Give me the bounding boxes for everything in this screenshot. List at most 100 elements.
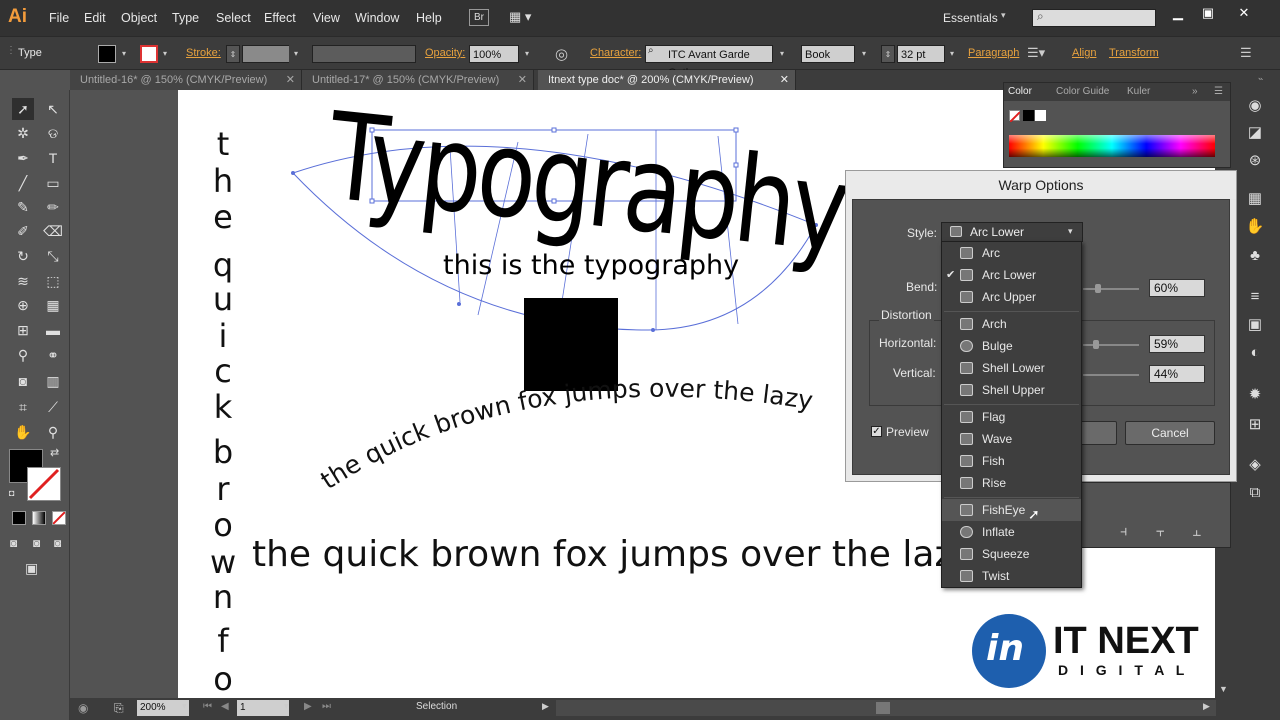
vertical-letter[interactable]: o (210, 506, 236, 544)
bend-slider-handle[interactable] (1095, 284, 1101, 293)
font-style-dropdown-icon[interactable]: ▾ (857, 45, 871, 63)
dropdown-item-arc[interactable]: Arc (942, 242, 1081, 264)
search-input[interactable] (1032, 9, 1156, 27)
swatches-icon[interactable]: ⊛ (1244, 150, 1266, 172)
eyedropper-tool-icon[interactable]: ⚲ (12, 344, 34, 366)
fill-swatch[interactable] (98, 45, 116, 63)
graphic-styles-icon[interactable]: ◪ (1244, 122, 1266, 144)
font-family-field[interactable]: ITC Avant Garde Goth (645, 45, 773, 79)
dropdown-item-fish[interactable]: Fish (942, 450, 1081, 472)
dropdown-item-squeeze[interactable]: Squeeze (942, 543, 1081, 565)
bend-slider[interactable] (1083, 284, 1139, 293)
menu-view[interactable]: View (313, 11, 340, 25)
tab-itnext-type-doc[interactable]: Itnext type doc* @ 200% (CMYK/Preview) ✕ (538, 70, 796, 90)
width-tool-icon[interactable]: ≋ (12, 270, 34, 292)
align-label[interactable]: Align (1072, 47, 1096, 59)
dropdown-item-arc-upper[interactable]: Arc Upper (942, 286, 1081, 308)
opacity-label[interactable]: Opacity: (425, 47, 465, 59)
draw-behind-icon[interactable]: ◙ (33, 536, 40, 550)
horizontal-field[interactable]: 59% (1149, 335, 1205, 353)
dropdown-item-shell-upper[interactable]: Shell Upper (942, 379, 1081, 401)
column-graph-tool-icon[interactable]: ▥ (42, 370, 64, 392)
type-tool-icon[interactable]: T (42, 147, 64, 169)
stroke-stepper[interactable]: ⇕ (226, 45, 240, 63)
close-icon[interactable]: ✕ (286, 70, 295, 90)
blob-brush-tool-icon[interactable]: ✐ (12, 220, 34, 242)
dropdown-item-flag[interactable]: Flag (942, 406, 1081, 428)
zoom-dropdown-icon[interactable]: ▾ (182, 701, 187, 712)
menu-window[interactable]: Window (355, 11, 399, 25)
collapse-icon[interactable]: » (1192, 86, 1198, 97)
draw-normal-icon[interactable]: ◙ (10, 536, 17, 550)
current-tool-status[interactable]: Selection (416, 701, 457, 712)
stroke-swatch[interactable] (140, 45, 158, 63)
gradient-tool-icon[interactable]: ▬ (42, 319, 64, 341)
transparency-icon[interactable]: ◐ (1244, 342, 1266, 364)
layers-panel-icon[interactable]: ◈ (1244, 454, 1266, 476)
close-icon[interactable]: ✕ (518, 70, 527, 90)
rectangle-tool-icon[interactable]: ▭ (42, 172, 64, 194)
mesh-tool-icon[interactable]: ⊞ (12, 319, 34, 341)
eraser-tool-icon[interactable]: ⌫ (42, 220, 64, 242)
menu-file[interactable]: File (49, 11, 69, 25)
vertical-letter[interactable]: i (210, 317, 236, 355)
vertical-letter[interactable]: h (210, 162, 236, 200)
panel-menu-icon[interactable]: ☰ (1214, 86, 1223, 97)
align-center-icon[interactable]: ⫟ (1156, 523, 1165, 540)
stroke-weight-field[interactable] (242, 45, 290, 63)
vertical-letter[interactable]: u (210, 280, 236, 318)
first-artboard-icon[interactable]: ⏮ (203, 701, 212, 712)
variable-width-field[interactable] (312, 45, 416, 63)
stroke-panel-icon[interactable]: ≡ (1244, 286, 1266, 308)
stroke-label[interactable]: Stroke: (186, 47, 221, 59)
horizontal-slider[interactable] (1083, 340, 1139, 349)
rotate-tool-icon[interactable]: ↻ (12, 245, 34, 267)
paragraph-align-icon[interactable]: ☰▾ (1027, 45, 1045, 61)
scroll-right-icon[interactable]: ▶ (1203, 701, 1210, 712)
style-select[interactable]: Arc Lower ▾ (941, 222, 1083, 242)
layers-icon[interactable]: ▦ (1244, 188, 1266, 210)
vertical-letter[interactable]: o (210, 660, 236, 698)
color-spectrum[interactable] (1009, 135, 1215, 157)
perspective-grid-tool-icon[interactable]: ▦ (42, 294, 64, 316)
vertical-letter[interactable]: f (210, 622, 236, 660)
status-menu-icon[interactable]: ▶ (542, 701, 549, 712)
font-family-dropdown-icon[interactable]: ▾ (775, 45, 789, 63)
vertical-letter[interactable]: q (210, 246, 236, 284)
artboard-dropdown-icon[interactable]: ▾ (284, 701, 289, 712)
slice-tool-icon[interactable]: ⟋ (42, 396, 64, 418)
minimize-button[interactable]: ▁ (1163, 4, 1193, 22)
none-swatch[interactable] (1009, 110, 1021, 123)
vertical-letter[interactable]: e (210, 198, 236, 236)
bend-field[interactable]: 60% (1149, 279, 1205, 297)
none-mode-icon[interactable] (52, 511, 66, 525)
prev-artboard-icon[interactable]: ◀ (221, 701, 229, 712)
selection-tool-icon[interactable]: ➚ (12, 98, 34, 120)
pencil-tool-icon[interactable]: ✏ (42, 196, 64, 218)
dropdown-item-bulge[interactable]: Bulge (942, 335, 1081, 357)
line-tool-icon[interactable]: ╱ (12, 172, 34, 194)
scroll-thumb[interactable] (876, 702, 890, 714)
menu-help[interactable]: Help (416, 11, 442, 25)
opacity-field[interactable]: 100% (469, 45, 519, 63)
align-left-icon[interactable]: ⫞ (1120, 523, 1128, 540)
draw-inside-icon[interactable]: ◙ (54, 536, 61, 550)
appearance-icon[interactable]: ◉ (1244, 95, 1266, 117)
vertical-letter[interactable]: b (210, 433, 236, 471)
vertical-letter[interactable]: k (210, 388, 236, 426)
dropdown-item-wave[interactable]: Wave (942, 428, 1081, 450)
hand-tool-icon[interactable]: ✋ (12, 421, 34, 443)
gradient-mode-icon[interactable] (32, 511, 46, 525)
panel-menu-icon[interactable]: ☰ (1240, 45, 1252, 61)
font-style-field[interactable]: Book (801, 45, 855, 63)
pen-tool-icon[interactable]: ✒ (12, 147, 34, 169)
paragraph-label[interactable]: Paragraph (968, 47, 1019, 59)
dropdown-item-twist[interactable]: Twist (942, 565, 1081, 587)
tab-kuler[interactable]: Kuler (1127, 86, 1150, 97)
preview-checkbox[interactable]: ✓ (871, 426, 882, 437)
dropdown-item-fisheye[interactable]: FishEye ➚ (942, 499, 1081, 522)
close-icon[interactable]: ✕ (780, 70, 789, 90)
dropdown-item-inflate[interactable]: Inflate (942, 521, 1081, 543)
dropdown-item-shell-lower[interactable]: Shell Lower (942, 357, 1081, 379)
stroke-color-box[interactable] (27, 467, 61, 501)
